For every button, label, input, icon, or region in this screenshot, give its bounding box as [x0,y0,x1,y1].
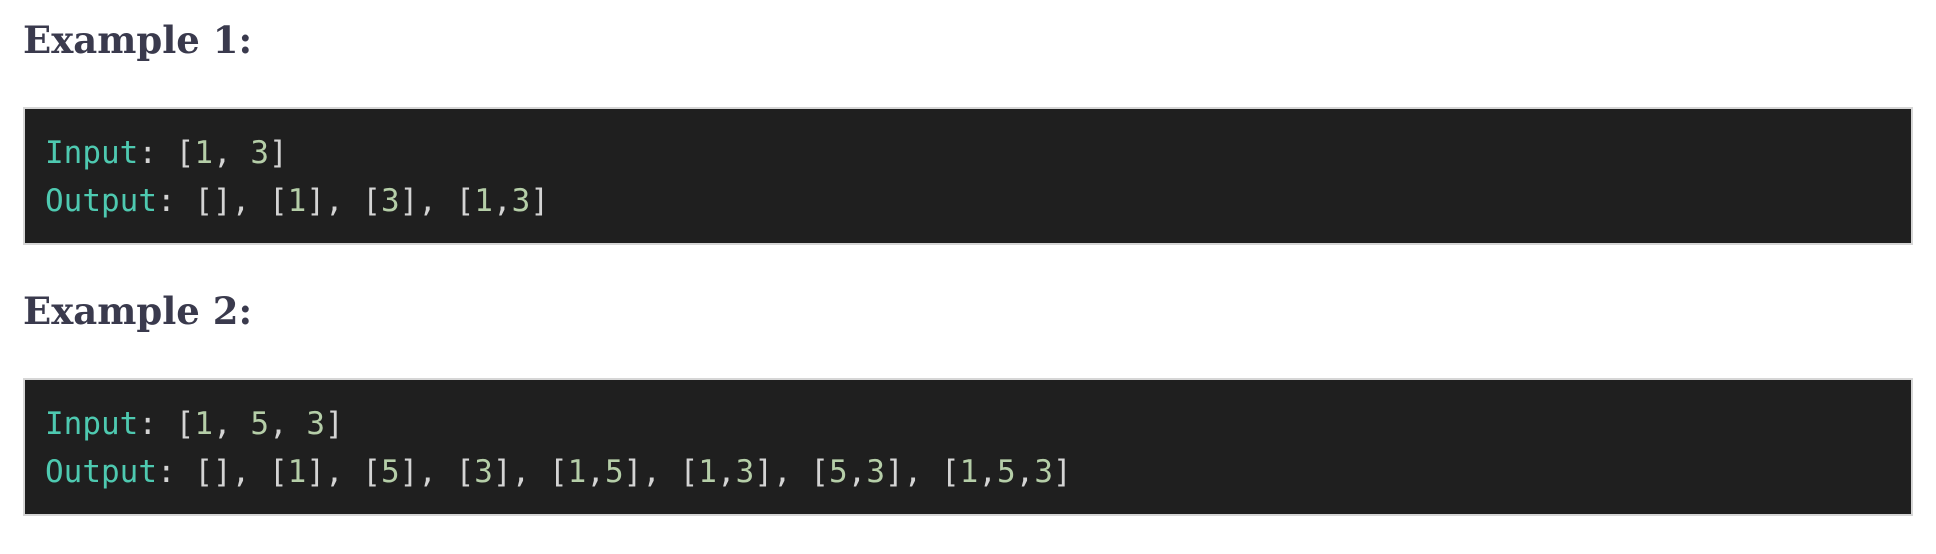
number-token: 3 [250,135,269,171]
separator: : [138,406,176,442]
number-token: 3 [1034,454,1053,490]
number-token: 3 [380,183,400,219]
punctuation-token: , [269,406,307,442]
punctuation-token: [], [ [194,183,288,219]
input-label: Input [45,135,139,171]
punctuation-token: , [213,135,251,171]
punctuation-token: ], [ [623,454,699,490]
example-1-output-line: Output: [], [1], [3], [1,3] [45,181,549,221]
number-token: 5 [996,454,1016,490]
number-token: 3 [474,454,493,490]
punctuation-token: ] [1053,454,1072,490]
output-label: Output [45,454,157,490]
punctuation-token: , [213,406,251,442]
punctuation-token: ] [325,406,344,442]
number-token: 3 [866,454,885,490]
example-2-output-line: Output: [], [1], [5], [3], [1,5], [1,3],… [45,452,1072,492]
number-token: 3 [306,406,325,442]
number-token: 3 [735,454,755,490]
punctuation-token: , [978,454,997,490]
input-value: [1, 3] [176,135,288,171]
separator: : [156,183,195,219]
separator: : [138,135,176,171]
input-label: Input [45,406,139,442]
output-value: [], [1], [3], [1,3] [194,183,549,219]
punctuation-token: ], [ [492,454,568,490]
punctuation-token: [], [ [194,454,288,490]
punctuation-token: ] [530,183,549,219]
example-1-input-line: Input: [1, 3] [45,133,288,173]
punctuation-token: [ [175,406,195,442]
example-2-code-block: Input: [1, 5, 3] Output: [], [1], [5], [… [23,378,1913,516]
punctuation-token: , [1015,454,1035,490]
number-token: 1 [567,454,587,490]
number-token: 5 [250,406,269,442]
punctuation-token: ], [ [399,454,475,490]
number-token: 3 [511,183,531,219]
example-1-heading: Example 1: [23,18,253,62]
punctuation-token: ], [ [754,454,829,490]
punctuation-token: ], [ [399,183,475,219]
punctuation-token: , [847,454,867,490]
output-label: Output [45,183,157,219]
punctuation-token: [ [175,135,195,171]
example-2-heading: Example 2: [23,289,253,333]
punctuation-token: , [586,454,605,490]
punctuation-token: ], [ [306,454,381,490]
number-token: 1 [474,183,493,219]
example-1-code-block: Input: [1, 3] Output: [], [1], [3], [1,3… [23,107,1913,245]
number-token: 5 [604,454,624,490]
number-token: 5 [380,454,400,490]
number-token: 1 [959,454,979,490]
punctuation-token: , [716,454,736,490]
separator: : [156,454,195,490]
number-token: 1 [698,454,717,490]
number-token: 1 [194,135,213,171]
punctuation-token: ], [ [306,183,381,219]
punctuation-token: ], [ [884,454,960,490]
output-value: [], [1], [5], [3], [1,5], [1,3], [5,3], … [194,454,1071,490]
number-token: 5 [828,454,848,490]
number-token: 1 [287,454,307,490]
example-2-input-line: Input: [1, 5, 3] [45,404,344,444]
input-value: [1, 5, 3] [176,406,344,442]
punctuation-token: ] [269,135,288,171]
punctuation-token: , [492,183,512,219]
number-token: 1 [194,406,213,442]
number-token: 1 [287,183,307,219]
